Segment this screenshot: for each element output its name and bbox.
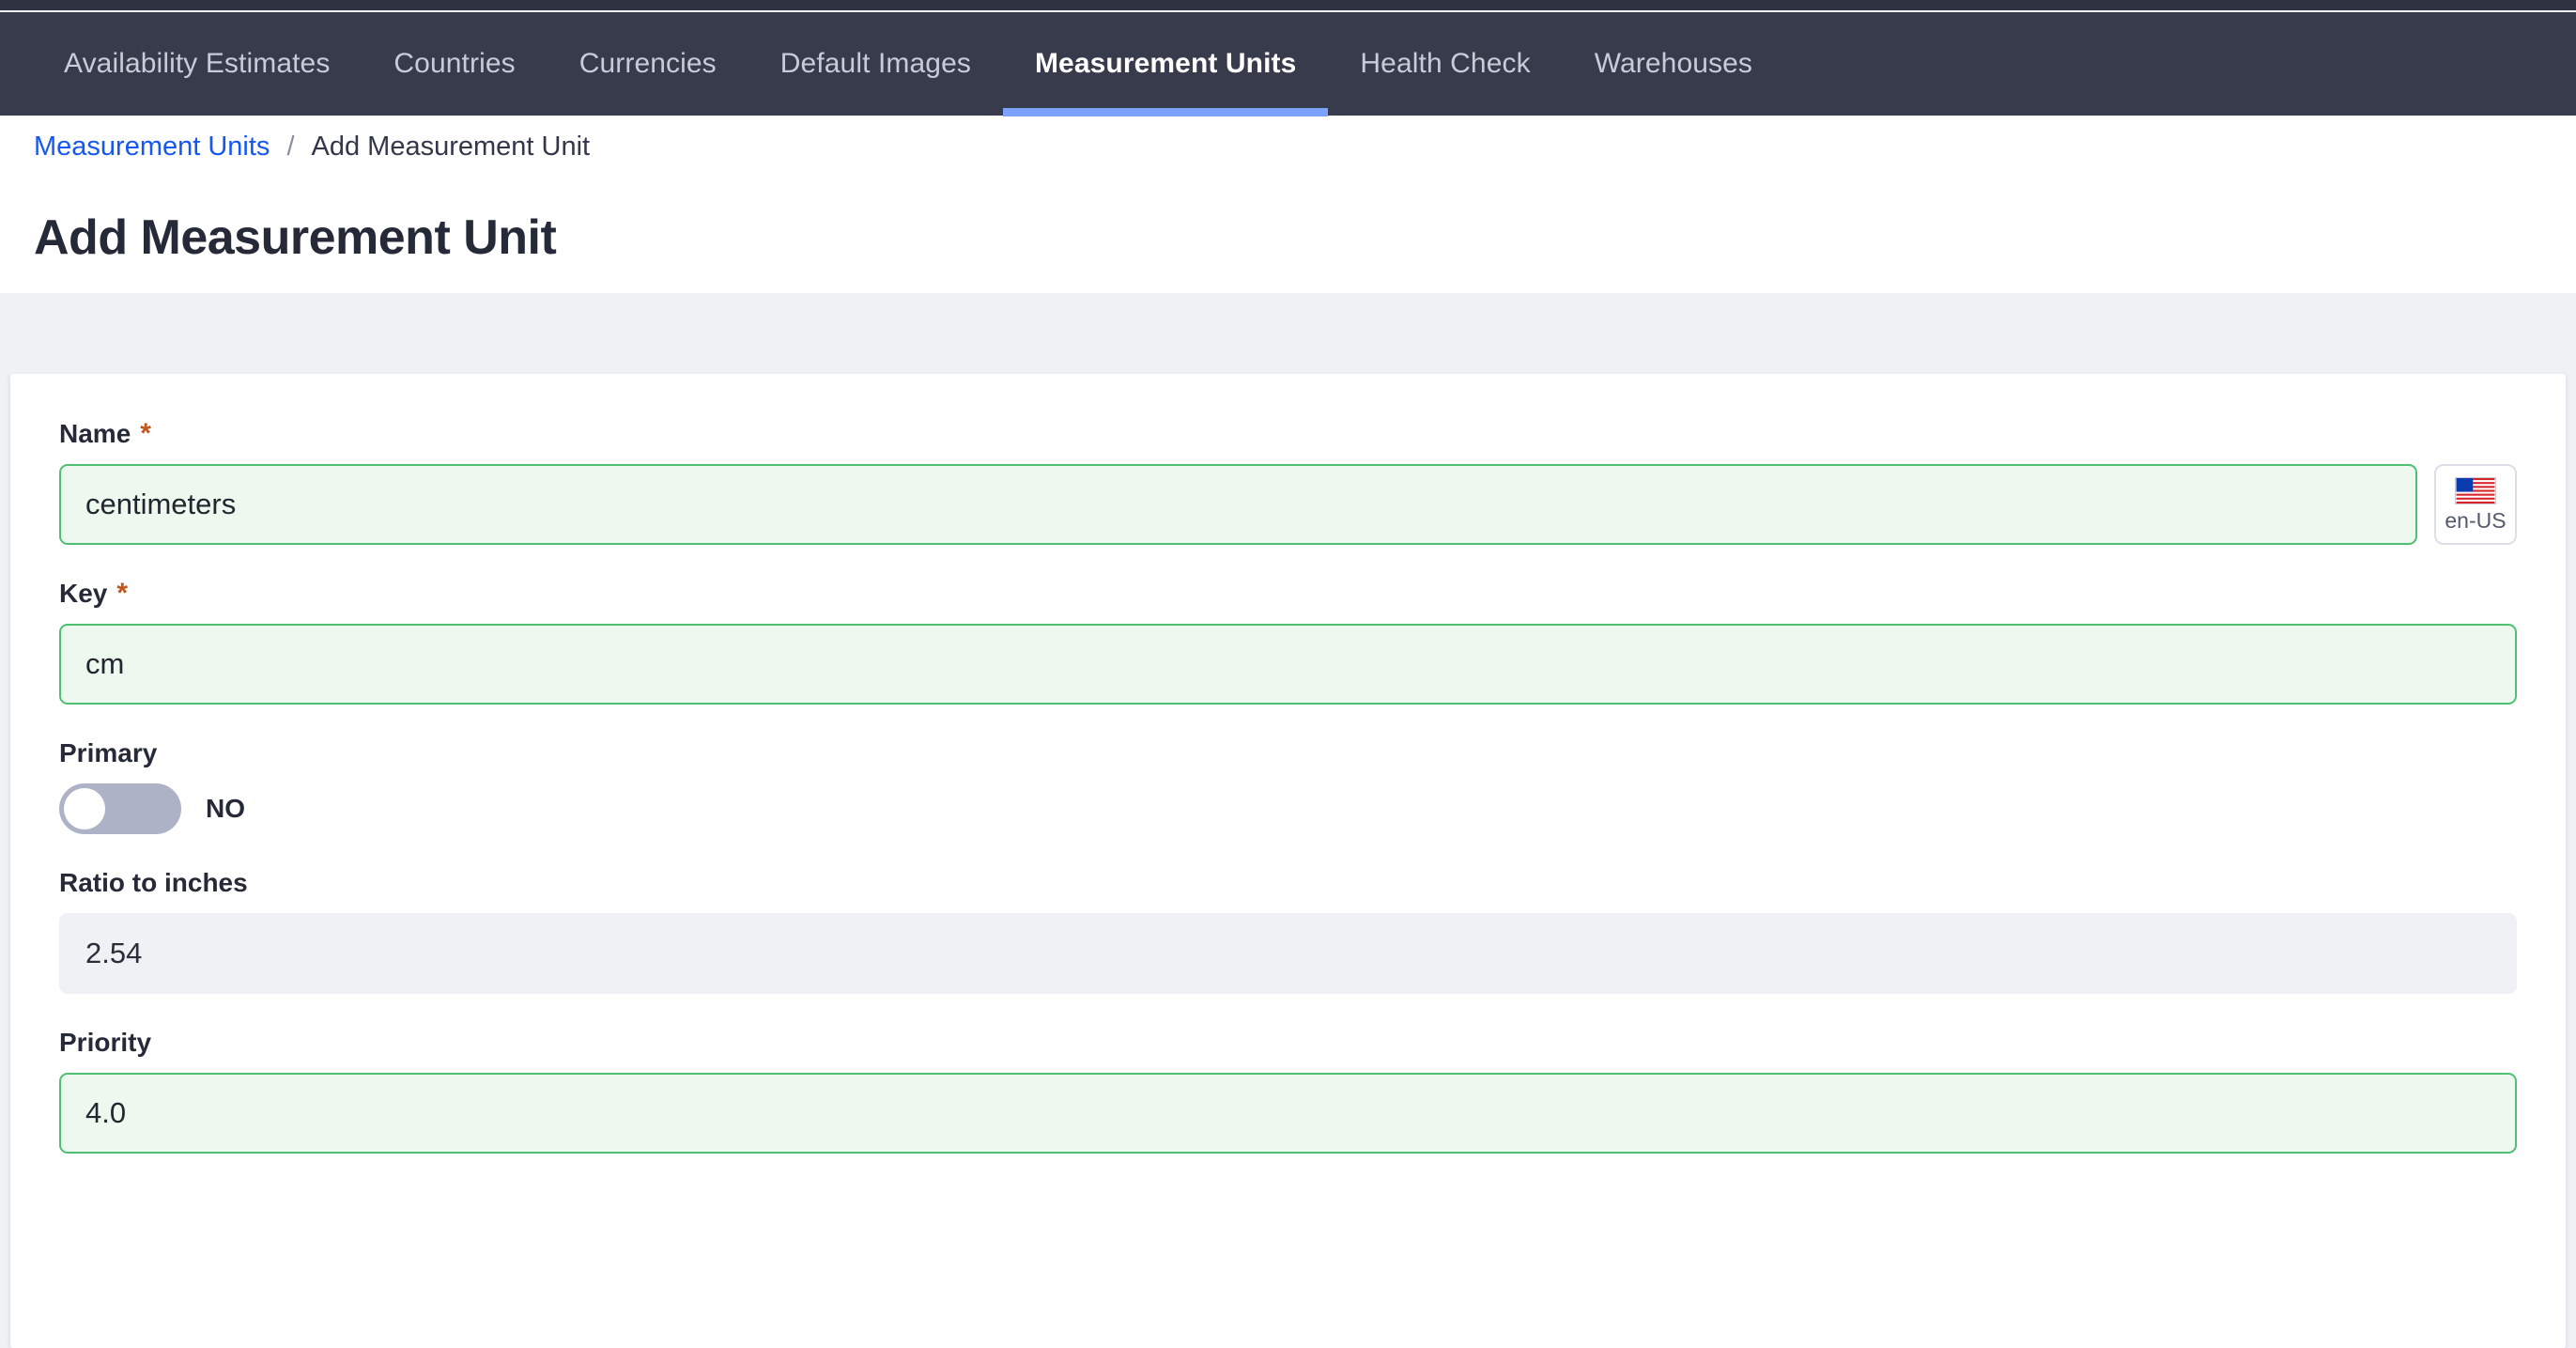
- field-key-row: [59, 624, 2517, 705]
- key-input[interactable]: [59, 624, 2517, 705]
- field-priority: Priority: [59, 1028, 2517, 1154]
- required-asterisk-icon: *: [116, 578, 129, 610]
- measurement-unit-form-card: Name * en-U: [10, 374, 2566, 1348]
- main-navigation: Availability Estimates Countries Currenc…: [0, 10, 2576, 116]
- nav-item-label: Availability Estimates: [64, 48, 331, 79]
- nav-item-currencies[interactable]: Currencies: [548, 11, 748, 116]
- nav-item-warehouses[interactable]: Warehouses: [1563, 11, 1784, 116]
- nav-item-label: Health Check: [1360, 48, 1531, 79]
- form-card-wrapper: Name * en-U: [0, 374, 2576, 1348]
- language-code-label: en-US: [2445, 508, 2507, 534]
- breadcrumb-link-measurement-units[interactable]: Measurement Units: [34, 132, 270, 163]
- content-gap: [0, 325, 2576, 375]
- field-name: Name * en-U: [59, 419, 2517, 546]
- nav-item-measurement-units[interactable]: Measurement Units: [1002, 11, 1329, 116]
- nav-item-health-check[interactable]: Health Check: [1328, 11, 1562, 116]
- name-input[interactable]: [59, 464, 2417, 546]
- field-priority-label: Priority: [59, 1028, 2517, 1058]
- field-primary: Primary NO: [59, 738, 2517, 835]
- primary-toggle-state-label: NO: [206, 794, 245, 824]
- nav-item-label: Default Images: [779, 48, 971, 79]
- nav-item-availability-estimates[interactable]: Availability Estimates: [32, 11, 362, 116]
- field-primary-label: Primary: [59, 738, 2517, 768]
- breadcrumb-current: Add Measurement Unit: [311, 131, 591, 162]
- page-header: Measurement Units / Add Measurement Unit…: [0, 116, 2576, 293]
- page-title: Add Measurement Unit: [34, 209, 557, 265]
- field-ratio-to-inches-row: [59, 913, 2517, 995]
- nav-item-label: Countries: [393, 48, 516, 79]
- ratio-to-inches-input: [59, 913, 2517, 995]
- breadcrumb: Measurement Units / Add Measurement Unit: [34, 116, 2576, 178]
- language-selector-button[interactable]: en-US: [2434, 464, 2517, 546]
- nav-item-label: Currencies: [578, 48, 717, 79]
- field-key: Key *: [59, 579, 2517, 705]
- field-ratio-to-inches-label: Ratio to inches: [59, 868, 2517, 898]
- nav-item-label: Measurement Units: [1034, 48, 1297, 79]
- field-primary-label-text: Primary: [59, 738, 158, 768]
- field-priority-row: [59, 1073, 2517, 1154]
- priority-input[interactable]: [59, 1073, 2517, 1154]
- us-flag-icon: [2455, 477, 2496, 505]
- breadcrumb-separator: /: [286, 131, 295, 162]
- nav-item-label: Warehouses: [1594, 48, 1753, 79]
- field-key-label: Key *: [59, 579, 2517, 609]
- field-priority-label-text: Priority: [59, 1028, 152, 1058]
- required-asterisk-icon: *: [140, 418, 151, 450]
- field-primary-row: NO: [59, 783, 2517, 835]
- field-name-label-text: Name: [59, 419, 131, 449]
- nav-item-countries[interactable]: Countries: [362, 11, 547, 116]
- primary-toggle-switch[interactable]: [59, 783, 181, 835]
- top-bar-strip: [0, 0, 2576, 10]
- nav-item-default-images[interactable]: Default Images: [748, 11, 1003, 116]
- field-name-row: en-US: [59, 464, 2517, 546]
- field-key-label-text: Key: [59, 579, 108, 609]
- field-name-label: Name *: [59, 419, 2517, 449]
- field-ratio-to-inches-label-text: Ratio to inches: [59, 868, 248, 898]
- field-ratio-to-inches: Ratio to inches: [59, 868, 2517, 995]
- toggle-knob: [64, 788, 105, 830]
